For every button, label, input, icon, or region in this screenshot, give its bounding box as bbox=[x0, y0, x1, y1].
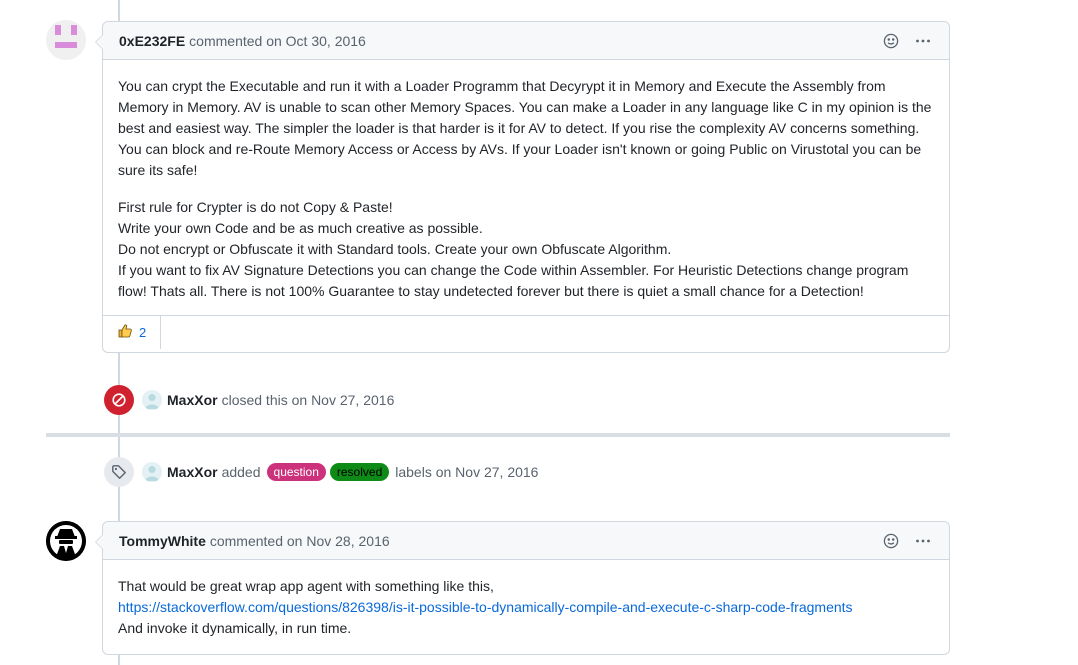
stackoverflow-link[interactable]: https://stackoverflow.com/questions/8263… bbox=[118, 599, 853, 615]
label-resolved[interactable]: resolved bbox=[329, 463, 390, 481]
add-reaction-icon[interactable] bbox=[881, 31, 901, 51]
labeled-event: MaxXor added question resolved labels on… bbox=[104, 457, 538, 487]
timeline-line bbox=[118, 0, 120, 21]
comment-body: That would be great wrap app agent with … bbox=[103, 560, 949, 655]
tag-icon bbox=[104, 457, 134, 487]
comment-actions bbox=[881, 31, 933, 51]
event-suffix-text: labels on Nov 27, 2016 bbox=[395, 464, 539, 480]
comment-header: 0xE232FE commented on Oct 30, 2016 bbox=[103, 22, 949, 60]
reactions-bar: 2 bbox=[103, 315, 949, 349]
comment-actions bbox=[881, 531, 933, 551]
closed-event: MaxXor closed this on Nov 27, 2016 bbox=[104, 385, 394, 415]
comment-paragraph: First rule for Crypter is do not Copy & … bbox=[118, 197, 934, 302]
comment-line: Write your own Code and be as much creat… bbox=[118, 220, 483, 236]
comment-line: And invoke it dynamically, in run time. bbox=[118, 620, 352, 636]
comment-body: You can crypt the Executable and run it … bbox=[103, 60, 949, 315]
event-added-text: added bbox=[221, 464, 261, 480]
comment-line: That would be great wrap app agent with … bbox=[118, 578, 494, 594]
avatar-maxxor[interactable] bbox=[142, 390, 162, 410]
more-options-icon[interactable] bbox=[913, 531, 933, 551]
avatar-maxxor[interactable] bbox=[142, 462, 162, 482]
comment-author[interactable]: TommyWhite bbox=[119, 533, 206, 549]
comment-timestamp[interactable]: commented on Nov 28, 2016 bbox=[210, 533, 390, 549]
comment-header: TommyWhite commented on Nov 28, 2016 bbox=[103, 522, 949, 560]
timeline-divider bbox=[46, 433, 950, 437]
hacker-avatar-icon bbox=[46, 521, 86, 561]
label-question[interactable]: question bbox=[266, 463, 326, 481]
thumbs-up-icon bbox=[117, 323, 133, 342]
event-actor[interactable]: MaxXor bbox=[167, 392, 218, 408]
comment-paragraph: You can crypt the Executable and run it … bbox=[118, 78, 932, 178]
comment-line: Do not encrypt or Obfuscate it with Stan… bbox=[118, 241, 672, 257]
comment-line: If you want to fix AV Signature Detectio… bbox=[118, 262, 909, 299]
avatar-tommywhite[interactable] bbox=[46, 521, 86, 561]
add-reaction-icon[interactable] bbox=[881, 531, 901, 551]
comment-tommywhite: TommyWhite commented on Nov 28, 2016 Tha… bbox=[95, 521, 950, 655]
comment-line: First rule for Crypter is do not Copy & … bbox=[118, 199, 393, 215]
reaction-count: 2 bbox=[139, 325, 147, 340]
timeline-line bbox=[118, 654, 120, 665]
more-options-icon[interactable] bbox=[913, 31, 933, 51]
avatar-0xe232fe[interactable] bbox=[46, 20, 86, 60]
comment-author[interactable]: 0xE232FE bbox=[119, 33, 185, 49]
event-text: closed this on Nov 27, 2016 bbox=[221, 392, 395, 408]
comment-0xe232fe: 0xE232FE commented on Oct 30, 2016 You c… bbox=[95, 21, 950, 353]
comment-timestamp[interactable]: commented on Oct 30, 2016 bbox=[189, 33, 366, 49]
closed-circle-icon bbox=[104, 385, 134, 415]
thumbs-up-reaction[interactable]: 2 bbox=[103, 316, 162, 349]
event-actor[interactable]: MaxXor bbox=[167, 464, 218, 480]
identicon-icon bbox=[46, 20, 86, 60]
